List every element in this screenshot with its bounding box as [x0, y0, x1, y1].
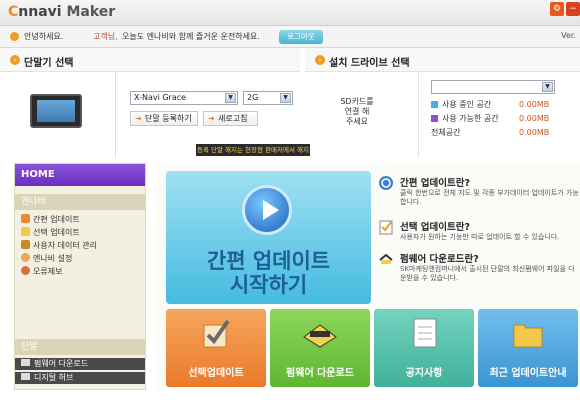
easy-update-start: 시작하기: [229, 273, 308, 297]
tile-notice[interactable]: 공지사항: [374, 309, 474, 387]
sd-card-instruction: SD카드를 연결 해 주세요: [340, 97, 374, 126]
tile-firmware-download[interactable]: 펌웨어 다운로드: [270, 309, 370, 387]
folder-icon: [513, 324, 543, 348]
settings-window-button[interactable]: ⚙: [550, 2, 564, 16]
logout-button[interactable]: 로그아웃: [279, 30, 323, 44]
minimize-icon: −: [569, 4, 577, 14]
user-data-icon: [21, 240, 30, 249]
sidebar-item-settings[interactable]: 엔나비 설정: [21, 253, 72, 265]
notebook-icon: [413, 318, 437, 348]
arrow-circle-icon: ›: [10, 55, 20, 65]
sidebar-item-firmware[interactable]: 펌웨어 다운로드: [15, 358, 145, 370]
tile-recent-update[interactable]: 최근 업데이트안내: [478, 309, 578, 387]
greeting-bar: 안녕하세요. 고객님, 오늘도 엔나비와 함께 즐거운 운전하세요. 로그아웃 …: [0, 26, 580, 48]
sidebar-group-ennavi: 엔나비: [15, 194, 145, 210]
drive-section-title: 설치 드라이브 선택: [329, 58, 410, 69]
total-space-row: 전체공간 0.00MB: [431, 128, 550, 137]
arrow-right-icon: ➜: [208, 114, 215, 123]
main-content: 간편 업데이트 시작하기 간편 업데이트란? 클릭 한번으로 전체 지도 및 각…: [156, 163, 580, 390]
device-section-title: 단말기 선택: [24, 58, 74, 69]
easy-update-start-button[interactable]: 간편 업데이트 시작하기: [166, 171, 371, 304]
info-firmware-download: 펌웨어 다운로드란? SK마케팅앤컴퍼니에서 출시된 단말의 최신펌웨어 파일을…: [378, 251, 578, 297]
used-space-swatch: [431, 101, 438, 108]
version-label: Ver.: [561, 31, 576, 40]
minimize-window-button[interactable]: −: [566, 2, 580, 16]
device-capacity-select[interactable]: 2G ▼: [243, 91, 293, 105]
used-space-row: 사용 중인 공간 0.00MB: [431, 99, 580, 111]
gear-icon: ⚙: [552, 4, 562, 14]
greeting-message: 오늘도 엔나비와 함께 즐거운 운전하세요.: [122, 32, 260, 41]
navigation-device-image: [30, 94, 82, 128]
hub-icon: [21, 373, 30, 380]
register-device-button[interactable]: ➜ 단말 등록하기: [130, 111, 198, 126]
update-icon: [21, 214, 30, 223]
available-space-row: 사용 가능한 공간 0.00MB: [431, 113, 580, 125]
device-section-header: › 단말기 선택: [0, 48, 300, 72]
info-select-update: 선택 업데이트란? 사용자가 원하는 기능만 따로 업데이트 할 수 있습니다.: [378, 219, 578, 255]
sidebar-item-digital-hub[interactable]: 디지털 허브: [15, 372, 145, 384]
chip-icon: [379, 253, 393, 264]
bullet-icon: [10, 32, 19, 41]
available-space-swatch: [431, 115, 438, 122]
select-update-icon: [21, 227, 30, 236]
checkbox-icon: [203, 319, 230, 348]
sidebar-item-select-update[interactable]: 선택 업데이트: [21, 227, 80, 239]
tile-select-update[interactable]: 선택업데이트: [166, 309, 266, 387]
settings-icon: [21, 253, 30, 262]
refresh-icon: [379, 176, 393, 190]
play-icon: [242, 185, 292, 235]
sidebar-group-device: 단말: [15, 339, 145, 355]
chip-icon: [303, 324, 337, 348]
sidebar-item-easy-update[interactable]: 간편 업데이트: [21, 214, 80, 226]
quick-tiles: 선택업데이트 펌웨어 다운로드 공지사항 최근 업데이트안내: [166, 309, 580, 387]
chevron-down-icon: ▼: [542, 82, 553, 92]
device-model-select[interactable]: X-Navi Grace ▼: [130, 91, 238, 105]
drive-select[interactable]: ▼: [431, 80, 555, 94]
sidebar: HOME 엔나비 간편 업데이트 선택 업데이트 사용자 데이터 관리 엔나비 …: [14, 163, 146, 390]
chevron-down-icon: ▼: [225, 93, 236, 103]
title-bar: Cnnavi Maker ⚙ −: [0, 0, 580, 26]
sidebar-item-user-data[interactable]: 사용자 데이터 관리: [21, 240, 97, 252]
greeting-hello: 안녕하세요.: [24, 32, 64, 41]
firmware-icon: [21, 359, 30, 366]
arrow-circle-icon: ›: [315, 55, 325, 65]
app-logo: Cnnavi Maker: [8, 4, 116, 20]
refresh-button[interactable]: ➜ 새로고침: [203, 111, 258, 126]
checklist-icon: [379, 220, 393, 235]
arrow-right-icon: ➜: [135, 114, 142, 123]
drive-select-area: SD카드를 연결 해 주세요 ▼ 사용 중인 공간 0.00MB 사용 가능한 …: [305, 72, 580, 158]
greeting-customer: 고객님,: [93, 32, 118, 41]
sidebar-item-bug-report[interactable]: 오류제보: [21, 266, 62, 278]
bug-report-icon: [21, 266, 30, 275]
sidebar-home[interactable]: HOME: [15, 164, 145, 186]
tooltip: 등록 단말 해지는 현장점 판매처에서 해지: [196, 144, 310, 156]
chevron-down-icon: ▼: [280, 93, 291, 103]
info-easy-update: 간편 업데이트란? 클릭 한번으로 전체 지도 및 각종 부가데이터 업데이트가…: [378, 175, 579, 215]
drive-section-header: › 설치 드라이브 선택: [305, 48, 580, 72]
